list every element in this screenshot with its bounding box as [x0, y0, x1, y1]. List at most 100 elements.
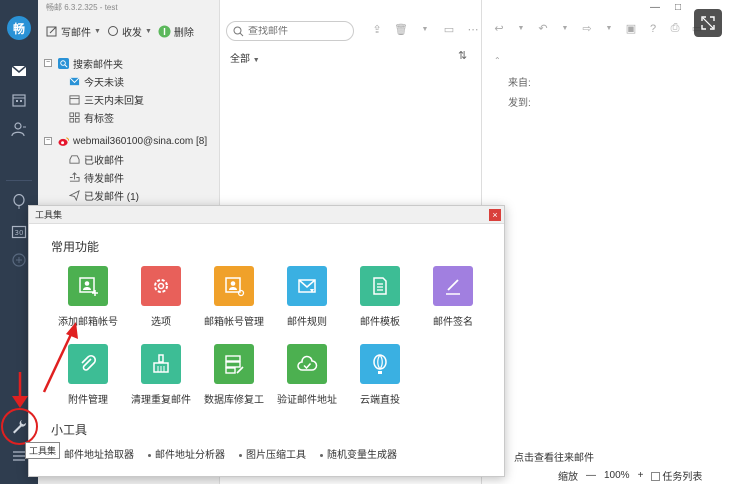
collapse-icon[interactable]: − [44, 59, 52, 67]
tree-item-today-unread[interactable]: 今天未读 [38, 72, 220, 90]
contacts-icon[interactable] [10, 120, 28, 138]
dialog-titlebar: 工具集 × [29, 206, 504, 224]
mail-icon [68, 75, 80, 87]
tile-account-manage[interactable]: 邮箱帐号管理 [198, 266, 270, 328]
database-repair-icon [214, 344, 254, 384]
task-list-label: 任务列表 [662, 471, 703, 483]
tree-item-three-days[interactable]: 三天内未回复 [38, 90, 220, 108]
collapse-icon[interactable]: − [44, 137, 52, 145]
comment-icon[interactable]: ▭ [442, 22, 456, 36]
tree-item-inbox[interactable]: 已收邮件 [38, 150, 220, 168]
folder-tree: − 搜索邮件夹 今天未读 三天内未回复 有标签 − webmail360100@… [38, 54, 220, 204]
tile-label: 附件管理 [68, 395, 108, 406]
task-list-toggle[interactable]: 任务列表 [651, 468, 702, 483]
zoom-in-button[interactable]: + [638, 470, 644, 481]
tile-label: 云端直投 [360, 395, 400, 406]
highlight-circle [1, 408, 38, 445]
print-icon[interactable]: ⎙ [668, 22, 682, 35]
delete-icon [158, 25, 171, 37]
tree-item-tagged[interactable]: 有标签 [38, 108, 220, 126]
checkbox[interactable] [651, 472, 661, 482]
fullscreen-icon [701, 16, 715, 30]
chevron-down-icon[interactable]: ▼ [514, 25, 528, 32]
chevron-down-icon[interactable]: ▼ [558, 25, 572, 32]
tile-options[interactable]: 选项 [125, 266, 197, 328]
chevron-down-icon: ▼ [252, 57, 260, 64]
add-account-icon [68, 266, 108, 306]
calendar-icon [68, 93, 80, 105]
from-label: 来自: [508, 78, 531, 89]
compose-icon [46, 26, 57, 37]
weibo-icon [57, 135, 69, 147]
tool-label: 图片压缩工具 [246, 450, 306, 461]
image-icon[interactable]: ▣ [624, 22, 638, 35]
tool-link[interactable]: 邮件地址分析器 [148, 446, 225, 461]
tile-mail-signature[interactable]: 邮件签名 [417, 266, 489, 328]
trash-icon[interactable]: 🗑 [394, 22, 408, 36]
tree-label: 搜索邮件夹 [73, 59, 123, 71]
filter-label: 全部 [230, 54, 250, 65]
search-input[interactable] [248, 25, 348, 37]
chevron-down-icon[interactable]: ▼ [602, 25, 616, 32]
minimize-button[interactable]: — [650, 2, 660, 13]
delete-label: 删除 [173, 27, 194, 39]
tile-database-repair[interactable]: 数据库修复工 [198, 344, 270, 406]
reply-all-icon[interactable]: ↩ [492, 22, 506, 35]
balloon-icon[interactable] [10, 193, 28, 211]
toolset-dialog: 工具集 × 常用功能 添加邮箱帐号 选项 邮箱帐号管理 邮件规则 邮件模板 邮件… [28, 205, 505, 477]
search-box[interactable] [226, 21, 354, 41]
tile-label: 选项 [151, 317, 171, 328]
avatar[interactable]: 畅 [7, 16, 31, 40]
tree-account[interactable]: − webmail360100@sina.com [8] [38, 132, 220, 150]
calendar-30-icon[interactable]: 30 [10, 223, 28, 241]
filter-dropdown[interactable]: 全部 ▼ [230, 50, 260, 65]
reply-icon[interactable]: ↶ [536, 22, 550, 35]
tile-label: 邮箱帐号管理 [204, 317, 264, 328]
view-correspondence-link[interactable]: 点击查看往来邮件 [514, 449, 594, 464]
forward-icon[interactable]: ⇨ [580, 22, 594, 35]
bullet-icon [320, 453, 323, 457]
more-icon[interactable]: ⋯ [466, 22, 480, 36]
chevron-down-icon: ▼ [144, 27, 152, 35]
tile-cloud-delivery[interactable]: 云端直投 [344, 344, 416, 406]
maximize-button[interactable]: □ [675, 2, 681, 13]
expand-button[interactable] [694, 9, 722, 37]
chevron-down-icon[interactable]: ▼ [418, 22, 432, 36]
compose-button[interactable]: 写邮件 ▼ [46, 24, 101, 39]
status-bar: 缩放 — 100% + 任务列表 [482, 466, 730, 484]
tile-label: 邮件签名 [433, 317, 473, 328]
gear-icon [141, 266, 181, 306]
tree-item-sent[interactable]: 已发邮件 (1) [38, 186, 220, 204]
chevron-down-icon: ▼ [94, 27, 101, 35]
add-icon[interactable] [10, 251, 28, 269]
expand-caret-icon[interactable]: ⌃ [494, 56, 501, 65]
receive-button[interactable]: 收发 ▼ [107, 24, 152, 39]
delete-button[interactable]: 删除 [158, 24, 194, 39]
tool-link[interactable]: 图片压缩工具 [239, 446, 306, 461]
tree-item-outbox[interactable]: 待发邮件 [38, 168, 220, 186]
calendar-icon[interactable] [10, 91, 28, 109]
tool-link[interactable]: 随机变量生成器 [320, 446, 397, 461]
tile-attachment-manage[interactable]: 附件管理 [52, 344, 124, 406]
move-up-icon[interactable]: ⇪ [370, 22, 384, 36]
tile-clean-duplicates[interactable]: 清理重复邮件 [125, 344, 197, 406]
tool-link[interactable]: 邮件地址拾取器 [57, 446, 134, 461]
tile-verify-address[interactable]: 验证邮件地址 [271, 344, 343, 406]
help-icon[interactable]: ? [646, 23, 660, 35]
rail-divider [6, 180, 32, 181]
close-button[interactable]: × [489, 209, 501, 221]
tree-search-root[interactable]: − 搜索邮件夹 [38, 54, 220, 72]
tile-label: 清理重复邮件 [131, 395, 191, 406]
tool-label: 随机变量生成器 [327, 450, 397, 461]
tree-label: 三天内未回复 [84, 95, 144, 107]
outbox-icon [68, 171, 80, 183]
sort-icon[interactable]: ⇅ [458, 49, 467, 62]
small-tools-list: 邮件地址拾取器 邮件地址分析器 图片压缩工具 随机变量生成器 [57, 446, 397, 461]
tile-mail-rules[interactable]: 邮件规则 [271, 266, 343, 328]
mail-icon[interactable] [10, 62, 28, 80]
tile-add-account[interactable]: 添加邮箱帐号 [52, 266, 124, 328]
zoom-out-button[interactable]: — [586, 470, 596, 481]
balloon-icon [360, 344, 400, 384]
tile-label: 邮件模板 [360, 317, 400, 328]
tile-mail-template[interactable]: 邮件模板 [344, 266, 416, 328]
